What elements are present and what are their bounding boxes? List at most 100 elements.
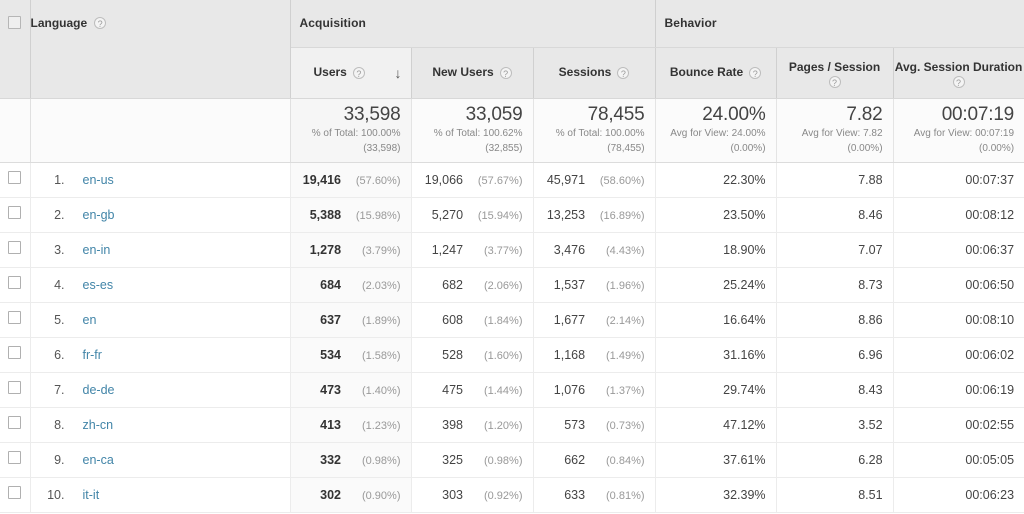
- row-dimension-cell: 5. en: [30, 302, 291, 338]
- table-row: 1. en-us 19,416 (57.60%) 19,066 (57.67%) 45,…: [0, 162, 1024, 198]
- help-icon[interactable]: ?: [94, 17, 107, 29]
- language-link[interactable]: en-us: [83, 173, 114, 187]
- row-select-cell[interactable]: [0, 302, 31, 338]
- row-index: 9.: [54, 452, 65, 467]
- row-checkbox[interactable]: [8, 275, 22, 289]
- cell-new-users: 682 (2.06%): [411, 267, 534, 303]
- cell-bounce-rate: 23.50%: [655, 197, 777, 233]
- row-select-cell[interactable]: [0, 407, 31, 443]
- cell-sessions-value: 45,971: [546, 172, 586, 187]
- row-checkbox[interactable]: [8, 205, 22, 219]
- row-select-cell[interactable]: [0, 197, 31, 233]
- select-all-cell[interactable]: [0, 0, 31, 99]
- cell-new-users: 5,270 (15.94%): [411, 197, 534, 233]
- table-row: 7. de-de 473 (1.40%) 475 (1.44%) 1,076 (1.37…: [0, 372, 1024, 408]
- row-checkbox[interactable]: [8, 380, 22, 394]
- row-checkbox[interactable]: [8, 415, 22, 429]
- row-select-cell[interactable]: [0, 442, 31, 478]
- row-checkbox[interactable]: [8, 485, 22, 499]
- row-select-cell[interactable]: [0, 267, 31, 303]
- cell-users-percent: (3.79%): [361, 244, 401, 257]
- cell-avg-session-duration: 00:06:37: [893, 232, 1024, 268]
- language-link[interactable]: en-gb: [83, 208, 115, 222]
- help-icon[interactable]: ?: [617, 66, 630, 79]
- sort-descending-arrow-icon[interactable]: ↓: [395, 66, 402, 80]
- row-select-cell[interactable]: [0, 232, 31, 268]
- summary-cell-pages-per-session: 7.82 Avg for View: 7.82 (0.00%): [776, 98, 894, 163]
- column-header-pages-per-session[interactable]: Pages / Session ?: [776, 47, 894, 99]
- cell-bounce-rate: 47.12%: [655, 407, 777, 443]
- summary-cell-new-users: 33,059 % of Total: 100.62% (32,855): [411, 98, 534, 163]
- cell-new-users-value: 682: [442, 277, 464, 292]
- language-link[interactable]: en: [83, 313, 97, 327]
- dimension-header-cell[interactable]: Language ?: [30, 0, 291, 99]
- row-checkbox[interactable]: [8, 450, 22, 464]
- row-dimension-cell: 8. zh-cn: [30, 407, 291, 443]
- column-header-avg-session-duration[interactable]: Avg. Session Duration ?: [893, 47, 1024, 99]
- cell-users-value: 1,278: [309, 242, 342, 257]
- row-select-cell[interactable]: [0, 162, 31, 198]
- row-checkbox[interactable]: [8, 240, 22, 254]
- select-all-checkbox[interactable]: [8, 16, 22, 29]
- help-icon[interactable]: ?: [952, 75, 965, 88]
- language-link[interactable]: fr-fr: [83, 348, 102, 362]
- cell-sessions-percent: (4.43%): [606, 244, 645, 257]
- column-header-users[interactable]: Users ? ↓: [290, 47, 412, 99]
- language-link[interactable]: en-ca: [83, 453, 114, 467]
- cell-new-users-percent: (2.06%): [483, 279, 523, 292]
- cell-sessions-percent: (1.49%): [606, 349, 645, 362]
- row-checkbox[interactable]: [8, 310, 22, 324]
- row-dimension-cell: 2. en-gb: [30, 197, 291, 233]
- cell-users-value: 19,416: [302, 172, 342, 187]
- row-dimension-cell: 3. en-in: [30, 232, 291, 268]
- cell-sessions-value: 633: [564, 487, 586, 502]
- summary-sessions-percent-of-total: % of Total: 100.00%: [555, 128, 645, 140]
- cell-users-value: 5,388: [309, 207, 342, 222]
- help-icon[interactable]: ?: [828, 75, 841, 88]
- cell-users-value: 684: [320, 277, 342, 292]
- summary-cell-bounce-rate: 24.00% Avg for View: 24.00% (0.00%): [655, 98, 777, 163]
- cell-sessions-percent: (1.96%): [606, 279, 645, 292]
- cell-pages-per-session: 7.88: [776, 162, 894, 198]
- summary-pages-avg: Avg for View: 7.82: [801, 128, 883, 140]
- cell-sessions-value: 3,476: [553, 242, 586, 257]
- cell-users: 19,416 (57.60%): [290, 162, 412, 198]
- cell-sessions-percent: (0.81%): [606, 489, 645, 502]
- row-checkbox[interactable]: [8, 170, 22, 184]
- row-select-cell[interactable]: [0, 337, 31, 373]
- language-link[interactable]: de-de: [83, 383, 115, 397]
- table-row: 10. it-it 302 (0.90%) 303 (0.92%) 633 (0.81%…: [0, 477, 1024, 513]
- summary-users-percent-of-total: % of Total: 100.00%: [311, 128, 401, 140]
- column-header-sessions[interactable]: Sessions ?: [533, 47, 656, 99]
- cell-users-percent: (15.98%): [355, 209, 401, 222]
- dimension-header-label: Language: [30, 16, 88, 30]
- cell-users-percent: (1.23%): [361, 419, 401, 432]
- cell-sessions: 1,168 (1.49%): [533, 337, 656, 373]
- cell-sessions: 1,537 (1.96%): [533, 267, 656, 303]
- language-link[interactable]: en-in: [83, 243, 111, 257]
- cell-new-users-value: 303: [442, 487, 464, 502]
- language-link[interactable]: es-es: [83, 278, 114, 292]
- cell-users: 637 (1.89%): [290, 302, 412, 338]
- help-icon[interactable]: ?: [352, 66, 365, 79]
- cell-avg-session-duration: 00:08:10: [893, 302, 1024, 338]
- cell-sessions: 662 (0.84%): [533, 442, 656, 478]
- help-icon[interactable]: ?: [499, 66, 512, 79]
- row-checkbox[interactable]: [8, 345, 22, 359]
- cell-avg-session-duration: 00:08:12: [893, 197, 1024, 233]
- cell-sessions-percent: (16.89%): [599, 209, 645, 222]
- language-link[interactable]: it-it: [83, 488, 100, 502]
- cell-users: 1,278 (3.79%): [290, 232, 412, 268]
- row-index: 3.: [54, 242, 65, 257]
- column-header-bounce-rate[interactable]: Bounce Rate ?: [655, 47, 777, 99]
- help-icon[interactable]: ?: [749, 66, 762, 79]
- cell-new-users-value: 528: [442, 347, 464, 362]
- cell-new-users-percent: (3.77%): [483, 244, 523, 257]
- column-header-new-users[interactable]: New Users ?: [411, 47, 534, 99]
- language-link[interactable]: zh-cn: [83, 418, 114, 432]
- cell-avg-session-duration: 00:06:23: [893, 477, 1024, 513]
- cell-new-users-percent: (1.84%): [483, 314, 523, 327]
- row-select-cell[interactable]: [0, 372, 31, 408]
- cell-users: 473 (1.40%): [290, 372, 412, 408]
- row-select-cell[interactable]: [0, 477, 31, 513]
